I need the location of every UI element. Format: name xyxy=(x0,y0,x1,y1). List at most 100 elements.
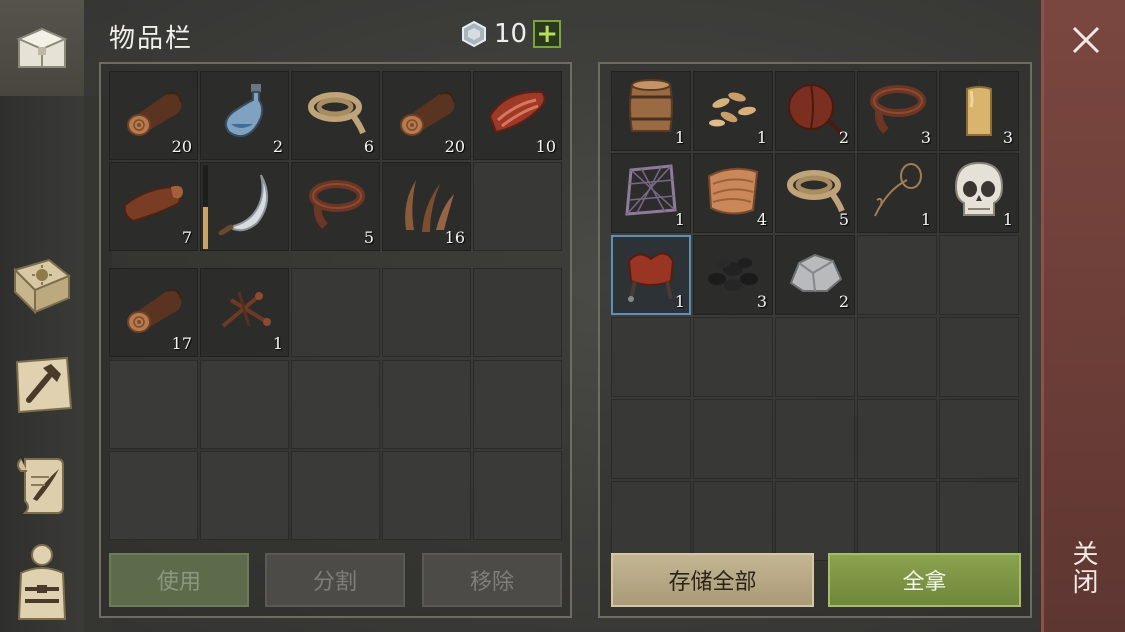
item-quantity: 2 xyxy=(838,128,849,147)
currency-amount: 10 xyxy=(494,19,528,49)
item-quantity: 17 xyxy=(171,334,192,353)
empty-slot[interactable] xyxy=(693,317,773,397)
item-slot[interactable]: 1 xyxy=(611,71,691,151)
log-icon xyxy=(126,288,182,333)
empty-slot[interactable] xyxy=(473,162,562,251)
store-all-button[interactable]: 存储全部 xyxy=(611,553,814,607)
item-slot[interactable]: 6 xyxy=(291,71,380,160)
item-slot[interactable]: 3 xyxy=(939,71,1019,151)
split-button[interactable]: 分割 xyxy=(265,553,405,607)
empty-slot[interactable] xyxy=(611,317,691,397)
empty-slot[interactable] xyxy=(857,317,937,397)
empty-slot[interactable] xyxy=(611,399,691,479)
close-label[interactable]: 关闭 xyxy=(1068,540,1102,604)
inventory-grid: 20 2 6 20 10 7 5 16 xyxy=(109,71,562,251)
remove-button[interactable]: 移除 xyxy=(422,553,562,607)
seeds-icon xyxy=(709,92,756,127)
item-quantity: 2 xyxy=(272,137,283,156)
item-slot[interactable]: 1 xyxy=(611,153,691,233)
page-title: 物品栏 xyxy=(109,24,194,54)
empty-slot[interactable] xyxy=(857,235,937,315)
empty-slot[interactable] xyxy=(939,399,1019,479)
item-quantity: 1 xyxy=(272,334,283,353)
take-all-button[interactable]: 全拿 xyxy=(828,553,1021,607)
container-grid: 1 1 2 3 3 1 4 5 1 1 1 3 2 xyxy=(611,71,1019,561)
item-slot[interactable]: 3 xyxy=(857,71,937,151)
iron-ore-icon xyxy=(789,253,843,292)
empty-slot[interactable] xyxy=(939,317,1019,397)
item-slot[interactable]: 1 xyxy=(200,268,289,357)
leather-strip-icon xyxy=(308,179,365,229)
item-slot[interactable]: 5 xyxy=(775,153,855,233)
item-slot[interactable]: 16 xyxy=(382,162,471,251)
rope-coil-icon xyxy=(787,169,845,212)
item-slot[interactable]: 2 xyxy=(200,71,289,160)
locked-slot xyxy=(473,360,562,449)
close-icon[interactable] xyxy=(1066,20,1106,60)
raw-meat-icon xyxy=(488,90,546,134)
item-quantity: 16 xyxy=(444,228,465,247)
leather-strip-icon xyxy=(870,84,926,134)
empty-slot[interactable] xyxy=(611,481,691,561)
item-slot[interactable]: 5 xyxy=(291,162,380,251)
empty-slot[interactable] xyxy=(939,235,1019,315)
empty-slot[interactable] xyxy=(693,399,773,479)
add-currency-button[interactable]: + xyxy=(533,20,562,48)
item-slot[interactable]: 10 xyxy=(473,71,562,160)
tab-character[interactable] xyxy=(0,536,84,632)
empty-slot[interactable] xyxy=(857,481,937,561)
item-slot[interactable]: 1 xyxy=(611,235,691,315)
item-quantity: 6 xyxy=(363,137,374,156)
empty-slot[interactable] xyxy=(473,268,562,357)
locked-slot xyxy=(382,360,471,449)
empty-slot[interactable] xyxy=(775,399,855,479)
locked-slot xyxy=(200,360,289,449)
item-slot[interactable]: 1 xyxy=(857,153,937,233)
character-armor-icon xyxy=(17,544,67,620)
item-slot[interactable]: 2 xyxy=(775,235,855,315)
crafting-hammer-icon xyxy=(15,356,73,414)
item-slot[interactable]: 17 xyxy=(109,268,198,357)
nails-icon xyxy=(221,291,271,328)
durability-fill xyxy=(203,207,208,249)
saddle-icon xyxy=(627,252,675,302)
log-icon xyxy=(399,91,455,136)
item-slot[interactable]: 4 xyxy=(693,153,773,233)
empty-slot[interactable] xyxy=(775,317,855,397)
item-quantity: 4 xyxy=(756,210,767,229)
currency-display: 10 + xyxy=(460,19,562,49)
barrel-icon xyxy=(629,78,673,132)
empty-slot[interactable] xyxy=(857,399,937,479)
silver-gem-icon xyxy=(462,20,486,48)
item-quantity: 5 xyxy=(363,228,374,247)
leather-bag-icon xyxy=(788,83,843,136)
empty-slot[interactable] xyxy=(939,481,1019,561)
item-slot[interactable]: 3 xyxy=(693,235,773,315)
water-flask-icon xyxy=(224,83,263,138)
empty-slot[interactable] xyxy=(382,268,471,357)
item-slot[interactable]: 20 xyxy=(109,71,198,160)
item-slot[interactable] xyxy=(200,162,289,251)
fishing-net-icon xyxy=(625,164,677,216)
tab-inventory[interactable] xyxy=(0,0,84,96)
item-quantity: 1 xyxy=(756,128,767,147)
tab-quests[interactable] xyxy=(0,436,84,532)
inventory-locked-grid xyxy=(109,360,562,540)
item-slot[interactable]: 1 xyxy=(939,153,1019,233)
tab-journal[interactable] xyxy=(0,238,84,334)
item-slot[interactable]: 7 xyxy=(109,162,198,251)
item-quantity: 5 xyxy=(838,210,849,229)
skull-icon xyxy=(954,161,1004,216)
sun-book-icon xyxy=(13,258,71,315)
log-icon xyxy=(126,91,182,136)
plant-fiber-icon xyxy=(404,179,454,232)
item-slot[interactable]: 1 xyxy=(693,71,773,151)
empty-slot[interactable] xyxy=(693,481,773,561)
item-slot[interactable]: 20 xyxy=(382,71,471,160)
empty-slot[interactable] xyxy=(775,481,855,561)
use-button[interactable]: 使用 xyxy=(109,553,249,607)
empty-slot[interactable] xyxy=(291,268,380,357)
item-slot[interactable]: 2 xyxy=(775,71,855,151)
tab-crafting[interactable] xyxy=(0,336,84,432)
close-panel[interactable]: 关闭 xyxy=(1041,0,1125,632)
